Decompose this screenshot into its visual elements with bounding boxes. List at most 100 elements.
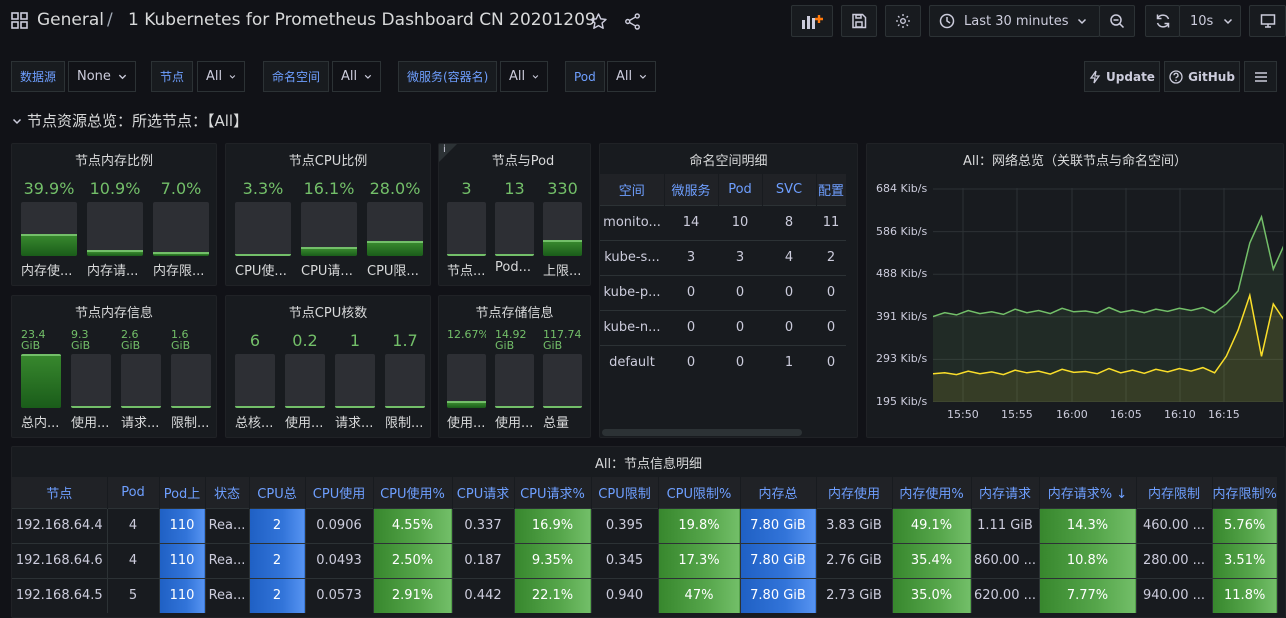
gauge-bar	[121, 354, 161, 408]
column-header[interactable]: CPU限制	[591, 477, 659, 508]
tv-mode-button[interactable]	[1249, 5, 1286, 37]
refresh-button[interactable]	[1145, 5, 1180, 37]
column-header[interactable]: CPU总	[249, 477, 306, 508]
column-header[interactable]: Pod	[107, 477, 160, 508]
table-cell: 8	[762, 204, 816, 240]
variable-select-namespace[interactable]: All	[332, 61, 381, 92]
gauge-bar	[447, 354, 486, 408]
update-link-button[interactable]: Update	[1084, 61, 1160, 92]
gauge-fill	[447, 254, 486, 256]
column-header[interactable]: 内存使用%	[892, 477, 972, 508]
table-cell: 860.00 ...	[971, 542, 1040, 578]
gauge-label: 内存限...	[153, 264, 205, 279]
dashboard-title[interactable]: 1 Kubernetes for Prometheus Dashboard CN…	[128, 10, 596, 30]
links-menu-button[interactable]	[1244, 61, 1277, 92]
dashboard-grid-icon[interactable]	[11, 12, 28, 29]
star-icon[interactable]	[589, 12, 608, 31]
gauge-value: 12.67%	[447, 329, 486, 341]
table-cell: 22.1%	[514, 577, 592, 613]
table-row: 192.168.64.4 4 110 Rea... 2 0.0906 4.55% 0.337 1…	[12, 507, 1278, 543]
zoom-out-button[interactable]	[1099, 5, 1135, 37]
column-header[interactable]: Pod	[718, 174, 763, 205]
zoom-out-icon	[1110, 14, 1125, 29]
variable-select-datasource[interactable]: None	[68, 61, 136, 92]
variable-label-pod: Pod	[565, 61, 605, 92]
gauge-label: 限制...	[171, 416, 210, 431]
column-header[interactable]: SVC	[762, 174, 817, 205]
panel-title: All：节点信息明细	[594, 457, 703, 472]
variable-select-service[interactable]: All	[500, 61, 548, 92]
save-dashboard-button[interactable]	[841, 5, 877, 37]
column-header[interactable]: CPU限制%	[658, 477, 741, 508]
dashboard-settings-button[interactable]	[885, 5, 921, 37]
github-link-button[interactable]: GitHub	[1164, 61, 1240, 92]
variable-select-pod[interactable]: All	[607, 61, 656, 92]
table-cell: kube-s...	[600, 239, 664, 275]
gauge-label: 使用...	[495, 416, 534, 431]
table-cell: 47%	[658, 577, 741, 613]
refresh-interval-picker[interactable]: 10s	[1179, 5, 1241, 37]
column-header[interactable]: 内存请求	[971, 477, 1040, 508]
variable-select-node[interactable]: All	[197, 61, 245, 92]
gauge-value: 23.4 GiB	[21, 329, 46, 351]
info-corner-icon[interactable]	[439, 144, 457, 162]
column-header[interactable]: CPU请求	[452, 477, 515, 508]
network-line-chart[interactable]	[933, 188, 1284, 402]
table-cell: 192.168.64.6	[12, 542, 108, 578]
panel-cpu-ratio: 节点CPU比例 3.3% CPU使... 16.1% CPU请... 28.0% CPU限…	[225, 143, 431, 286]
column-header[interactable]: 内存请求% ↓	[1039, 477, 1137, 508]
table-cell: 0.0573	[305, 577, 374, 613]
table-cell: 14	[664, 204, 718, 240]
time-range-picker[interactable]: Last 30 minutes	[929, 5, 1100, 37]
gauge-bar	[495, 202, 534, 256]
table-cell: 49.1%	[892, 507, 972, 543]
table-cell: 2.76 GiB	[816, 542, 893, 578]
gauge-bar	[367, 202, 423, 256]
add-panel-button[interactable]	[791, 5, 833, 37]
table-cell: 11	[816, 204, 846, 240]
variable-value: None	[77, 69, 111, 84]
x-axis-tick-label: 15:55	[1001, 408, 1033, 421]
table-cell: Rea...	[205, 542, 250, 578]
column-header[interactable]: Pod上	[159, 477, 206, 508]
variable-label-service: 微服务(容器名)	[398, 61, 498, 92]
table-cell: 0	[664, 274, 718, 310]
gauge-label: CPU请...	[301, 264, 353, 279]
gauge-label: CPU限...	[367, 264, 419, 279]
table-cell: 3.83 GiB	[816, 507, 893, 543]
column-header[interactable]: CPU请求%	[514, 477, 592, 508]
gauge-value: 7.0%	[160, 179, 202, 198]
chevron-down-icon	[364, 74, 372, 79]
gauge-label: 内存使...	[21, 264, 73, 279]
column-header[interactable]: CPU使用	[305, 477, 374, 508]
x-axis-tick-label: 16:05	[1110, 408, 1142, 421]
share-icon[interactable]	[623, 12, 642, 31]
horizontal-scrollbar[interactable]	[602, 429, 802, 436]
column-header[interactable]: 配置	[816, 174, 847, 205]
table-cell: 0	[664, 344, 718, 380]
gauge-fill	[235, 406, 275, 408]
column-header[interactable]: 微服务	[664, 174, 719, 205]
column-header[interactable]: CPU使用%	[373, 477, 453, 508]
column-header[interactable]: 节点	[12, 477, 108, 508]
column-header[interactable]: 空间	[600, 174, 665, 205]
gauge-value: 13	[504, 179, 525, 198]
gauge-bar	[301, 202, 357, 256]
table-cell: 620.00 ...	[971, 577, 1040, 613]
panel-network-overview: All：网络总览（关联节点与命名空间） 684 Kib/s 586 Kib/s 48…	[866, 143, 1284, 438]
table-cell: 17.3%	[658, 542, 741, 578]
table-row: default 0 0 1 0	[600, 344, 846, 380]
column-header[interactable]: 内存限制%	[1212, 477, 1278, 508]
column-header[interactable]: 内存使用	[816, 477, 893, 508]
column-header[interactable]: 内存限制	[1136, 477, 1213, 508]
breadcrumb-folder[interactable]: General	[37, 10, 104, 30]
y-axis-tick-label: 391 Kib/s	[876, 309, 928, 323]
info-icon-label: i	[443, 144, 446, 155]
column-header[interactable]: 内存总	[740, 477, 817, 508]
table-cell: 5.76%	[1212, 507, 1278, 543]
column-header[interactable]: 状态	[205, 477, 250, 508]
gauge-value: 1.6 GiB	[171, 329, 191, 351]
gauge-value: 9.3 GiB	[71, 329, 91, 351]
panel-title: 节点CPU比例	[288, 154, 368, 169]
row-header[interactable]: 节点资源总览：所选节点：【All】	[12, 110, 248, 131]
